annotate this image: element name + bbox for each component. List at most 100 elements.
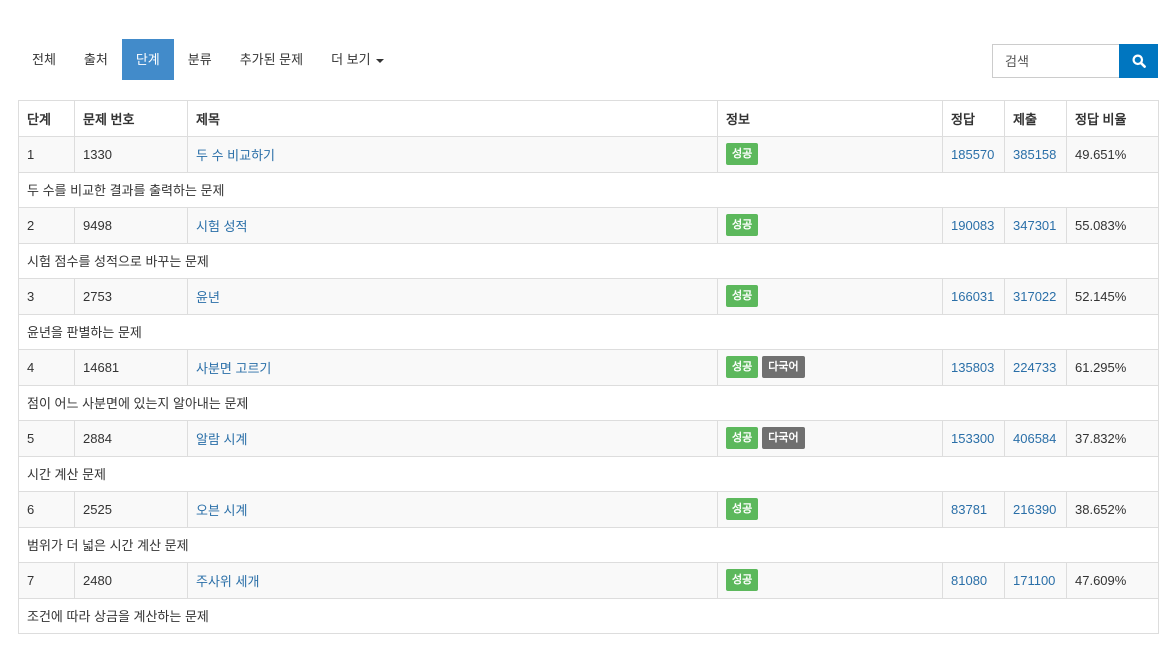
header-level: 단계	[18, 100, 75, 137]
problem-title-link[interactable]: 오븐 시계	[196, 503, 247, 518]
description-row: 범위가 더 넓은 시간 계산 문제	[18, 526, 1159, 563]
caret-down-icon	[375, 58, 384, 63]
table-row: 7 2480 주사위 세개 성공 81080 171100 47.609%	[18, 562, 1159, 599]
description-row: 시간 계산 문제	[18, 455, 1159, 492]
correct-cell: 153300	[942, 420, 1005, 457]
level-cell: 2	[18, 207, 75, 244]
success-badge: 성공	[726, 427, 759, 450]
header-correct: 정답	[942, 100, 1005, 137]
submit-cell: 406584	[1004, 420, 1067, 457]
problem-id-cell: 2480	[74, 562, 188, 599]
correct-cell: 185570	[942, 136, 1005, 173]
description-row: 윤년을 판별하는 문제	[18, 313, 1159, 350]
title-cell: 주사위 세개	[187, 562, 718, 599]
problem-title-link[interactable]: 시험 성적	[196, 219, 247, 234]
search-icon	[1132, 54, 1146, 68]
title-cell: 알람 시계	[187, 420, 718, 457]
success-badge: 성공	[726, 569, 759, 592]
description-row: 점이 어느 사분면에 있는지 알아내는 문제	[18, 384, 1159, 421]
header-info: 정보	[717, 100, 943, 137]
title-cell: 사분면 고르기	[187, 349, 718, 386]
submit-cell: 171100	[1004, 562, 1067, 599]
title-cell: 오븐 시계	[187, 491, 718, 528]
tab-level[interactable]: 단계	[121, 39, 174, 80]
problem-description: 시간 계산 문제	[18, 455, 1159, 492]
correct-cell: 135803	[942, 349, 1005, 386]
correct-cell: 83781	[942, 491, 1005, 528]
header-problem-id: 문제 번호	[74, 100, 188, 137]
info-cell: 성공	[717, 562, 943, 599]
success-badge: 성공	[726, 498, 759, 521]
submit-count-link[interactable]: 171100	[1013, 573, 1055, 588]
header-submit: 제출	[1004, 100, 1067, 137]
title-cell: 윤년	[187, 278, 718, 315]
info-cell: 성공	[717, 491, 943, 528]
correct-count-link[interactable]: 185570	[951, 147, 994, 162]
submit-count-link[interactable]: 406584	[1013, 431, 1056, 446]
ratio-cell: 49.651%	[1066, 136, 1159, 173]
problem-title-link[interactable]: 사분면 고르기	[196, 361, 271, 376]
problem-title-link[interactable]: 주사위 세개	[196, 574, 259, 589]
correct-count-link[interactable]: 153300	[951, 431, 994, 446]
info-cell: 성공 다국어	[717, 420, 943, 457]
level-cell: 3	[18, 278, 75, 315]
correct-count-link[interactable]: 135803	[951, 360, 994, 375]
submit-cell: 317022	[1004, 278, 1067, 315]
table-row: 5 2884 알람 시계 성공 다국어 153300 406584 37.832%	[18, 420, 1159, 457]
tab-label: 출처	[83, 52, 108, 67]
tab-label: 추가된 문제	[239, 52, 304, 67]
header-title: 제목	[187, 100, 718, 137]
submit-count-link[interactable]: 216390	[1013, 502, 1056, 517]
level-cell: 7	[18, 562, 75, 599]
ratio-cell: 38.652%	[1066, 491, 1159, 528]
correct-count-link[interactable]: 166031	[951, 289, 994, 304]
correct-cell: 190083	[942, 207, 1005, 244]
table-row: 1 1330 두 수 비교하기 성공 185570 385158 49.651%	[18, 136, 1159, 173]
info-cell: 성공 다국어	[717, 349, 943, 386]
level-cell: 6	[18, 491, 75, 528]
level-cell: 4	[18, 349, 75, 386]
info-cell: 성공	[717, 136, 943, 173]
problem-title-link[interactable]: 윤년	[196, 290, 220, 305]
submit-count-link[interactable]: 347301	[1013, 218, 1056, 233]
search-input[interactable]	[992, 44, 1119, 78]
tab-all[interactable]: 전체	[18, 39, 70, 80]
search-button[interactable]	[1119, 44, 1158, 78]
level-cell: 1	[18, 136, 75, 173]
tab-source[interactable]: 출처	[70, 39, 122, 80]
problem-description: 시험 점수를 성적으로 바꾸는 문제	[18, 242, 1159, 279]
submit-count-link[interactable]: 224733	[1013, 360, 1056, 375]
correct-count-link[interactable]: 81080	[951, 573, 987, 588]
correct-count-link[interactable]: 83781	[951, 502, 987, 517]
problem-id-cell: 2884	[74, 420, 188, 457]
tab-label: 전체	[32, 52, 56, 67]
multilingual-badge: 다국어	[762, 356, 805, 379]
problem-id-cell: 9498	[74, 207, 188, 244]
submit-count-link[interactable]: 385158	[1013, 147, 1056, 162]
problem-description: 점이 어느 사분면에 있는지 알아내는 문제	[18, 384, 1159, 421]
description-row: 시험 점수를 성적으로 바꾸는 문제	[18, 242, 1159, 279]
table-row: 2 9498 시험 성적 성공 190083 347301 55.083%	[18, 207, 1159, 244]
description-row: 조건에 따라 상금을 계산하는 문제	[18, 597, 1159, 634]
submit-cell: 385158	[1004, 136, 1067, 173]
correct-count-link[interactable]: 190083	[951, 218, 994, 233]
problem-id-cell: 1330	[74, 136, 188, 173]
submit-count-link[interactable]: 317022	[1013, 289, 1056, 304]
problem-id-cell: 14681	[74, 349, 188, 386]
table-row: 6 2525 오븐 시계 성공 83781 216390 38.652%	[18, 491, 1159, 528]
tab-label: 단계	[135, 52, 160, 67]
header-ratio: 정답 비율	[1066, 100, 1159, 137]
problem-description: 두 수를 비교한 결과를 출력하는 문제	[18, 171, 1159, 208]
ratio-cell: 52.145%	[1066, 278, 1159, 315]
tab-category[interactable]: 분류	[174, 39, 226, 80]
tab-more-dropdown[interactable]: 더 보기	[317, 39, 398, 80]
problem-title-link[interactable]: 두 수 비교하기	[196, 148, 275, 163]
correct-cell: 166031	[942, 278, 1005, 315]
problem-title-link[interactable]: 알람 시계	[196, 432, 247, 447]
success-badge: 성공	[726, 356, 759, 379]
problem-description: 조건에 따라 상금을 계산하는 문제	[18, 597, 1159, 634]
table-header-row: 단계 문제 번호 제목 정보 정답 제출 정답 비율	[18, 100, 1159, 137]
submit-cell: 216390	[1004, 491, 1067, 528]
tab-added-problems[interactable]: 추가된 문제	[226, 39, 317, 80]
success-badge: 성공	[726, 143, 759, 166]
